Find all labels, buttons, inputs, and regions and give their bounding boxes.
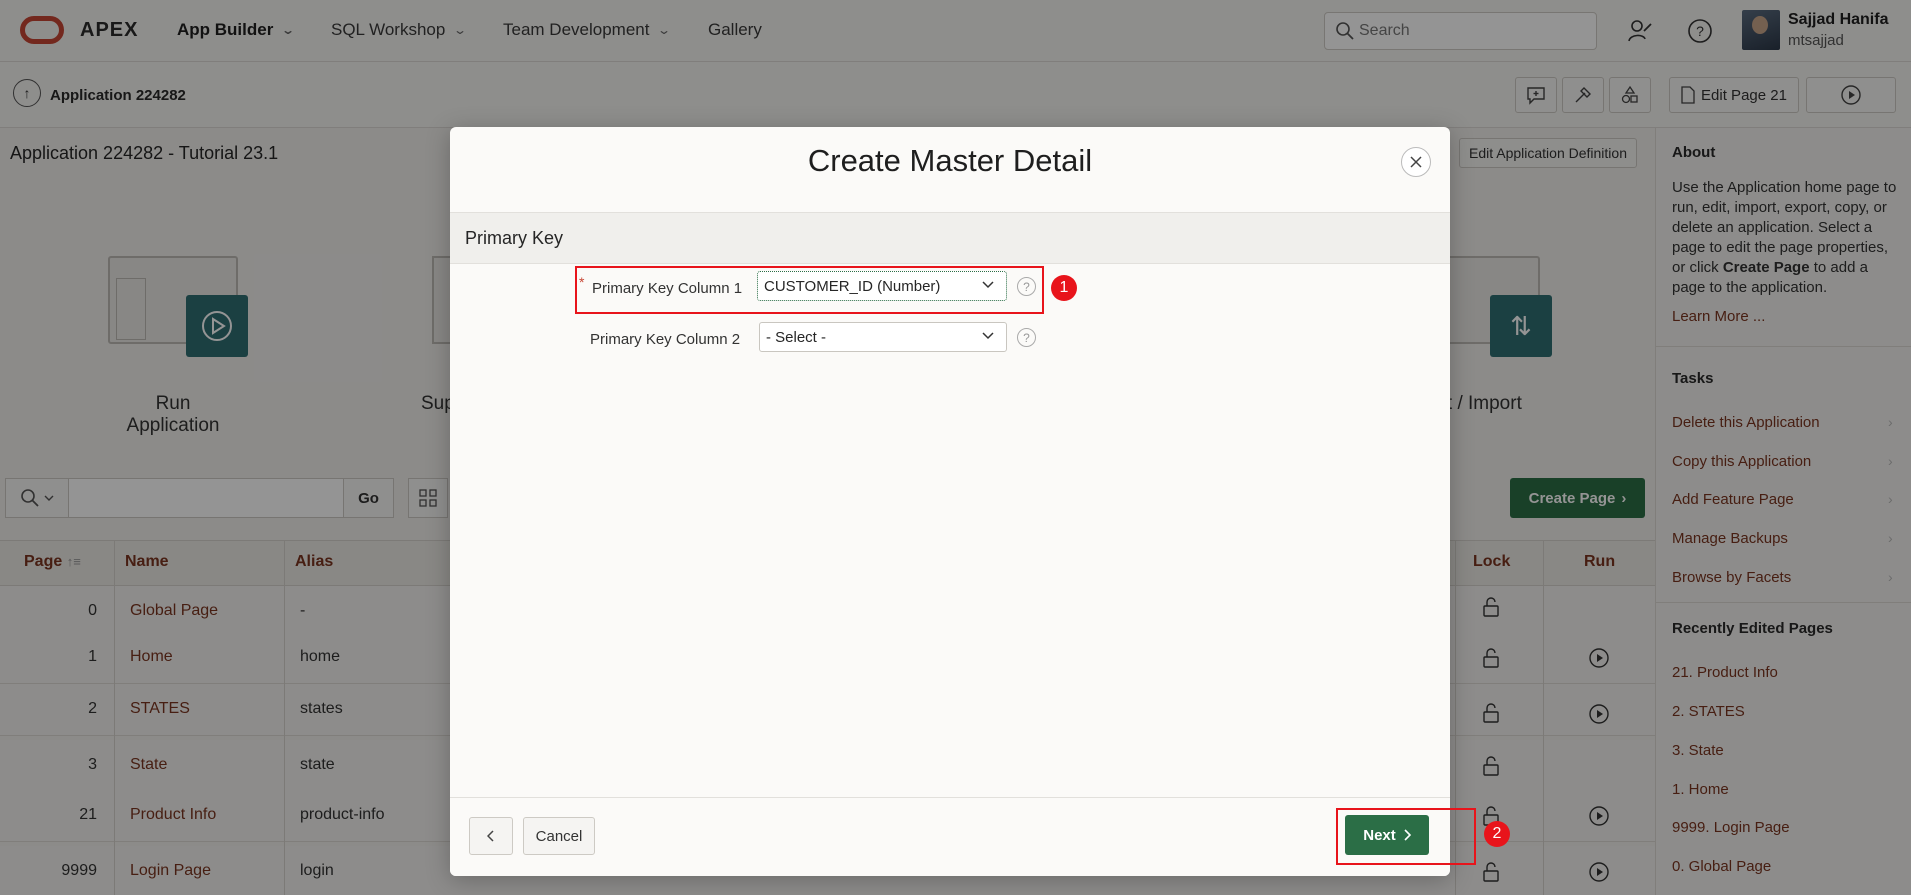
cancel-button[interactable]: Cancel: [523, 817, 595, 855]
chevron-down-icon: [982, 332, 994, 340]
pk-column-2-label: Primary Key Column 2: [590, 331, 741, 348]
dialog-title: Create Master Detail: [807, 143, 1093, 178]
close-icon: [1410, 156, 1422, 168]
primary-key-region-header: Primary Key: [450, 212, 1450, 264]
step-badge-1: 1: [1051, 275, 1077, 301]
step-badge-2: 2: [1484, 821, 1510, 847]
close-button[interactable]: [1401, 147, 1431, 177]
region-title: Primary Key: [465, 228, 564, 248]
help-icon[interactable]: ?: [1017, 328, 1036, 347]
chevron-left-icon: [487, 830, 494, 842]
previous-button[interactable]: [469, 817, 513, 855]
highlight-box-pk-column-1: [575, 266, 1044, 314]
dialog-footer: Cancel Next: [450, 797, 1450, 876]
pk-column-2-select[interactable]: - Select -: [759, 322, 1007, 352]
create-master-detail-dialog: Create Master Detail Primary Key * Prima…: [450, 127, 1450, 876]
highlight-box-next: [1336, 808, 1476, 865]
